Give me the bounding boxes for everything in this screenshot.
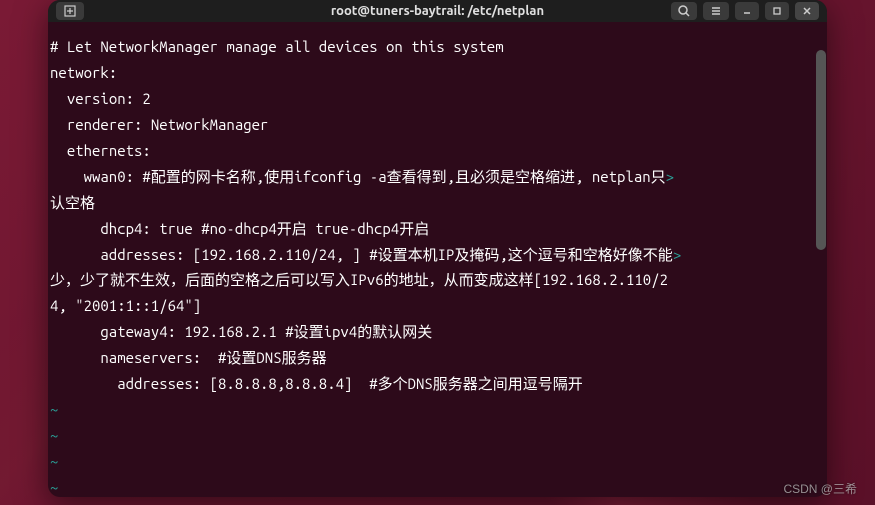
new-tab-button[interactable]	[56, 2, 84, 20]
minimize-button[interactable]	[735, 2, 759, 20]
editor-line: addresses: [192.168.2.110/24, ] #设置本机IP及…	[50, 242, 825, 268]
terminal-content[interactable]: # Let NetworkManager manage all devices …	[48, 22, 827, 497]
editor-line: 少，少了就不生效，后面的空格之后可以写入IPv6的地址，从而变成这样[192.1…	[50, 267, 825, 293]
maximize-button[interactable]	[765, 2, 789, 20]
search-icon	[677, 4, 691, 18]
editor-line: network:	[50, 60, 825, 86]
wrap-indicator: >	[673, 246, 681, 263]
empty-line-tilde: ~	[50, 423, 825, 449]
wrap-indicator: >	[666, 168, 674, 185]
close-button[interactable]	[795, 2, 819, 20]
editor-line: wwan0: #配置的网卡名称,使用ifconfig -a查看得到,且必须是空格…	[50, 164, 825, 190]
editor-line: dhcp4: true #no-dhcp4开启 true-dhcp4开启	[50, 216, 825, 242]
editor-line: addresses: [8.8.8.8,8.8.8.4] #多个DNS服务器之间…	[50, 371, 825, 397]
editor-line: renderer: NetworkManager	[50, 112, 825, 138]
watermark: CSDN @三希	[783, 480, 857, 497]
scrollbar[interactable]	[816, 50, 826, 250]
titlebar[interactable]: root@tuners-baytrail: /etc/netplan	[48, 0, 827, 22]
editor-line: 4, "2001:1::1/64"]	[50, 293, 825, 319]
empty-line-tilde: ~	[50, 449, 825, 475]
editor-line: gateway4: 192.168.2.1 #设置ipv4的默认网关	[50, 319, 825, 345]
new-tab-icon	[63, 4, 77, 18]
search-button[interactable]	[671, 2, 697, 20]
close-icon	[801, 5, 813, 17]
window-title: root@tuners-baytrail: /etc/netplan	[331, 4, 544, 18]
menu-button[interactable]	[703, 2, 729, 20]
terminal-window: root@tuners-baytrail: /etc/netplan	[48, 0, 827, 497]
empty-line-tilde: ~	[50, 475, 825, 497]
editor-line: # Let NetworkManager manage all devices …	[50, 34, 825, 60]
titlebar-right	[671, 2, 819, 20]
editor-line: 认空格	[50, 190, 825, 216]
editor-line: ethernets:	[50, 138, 825, 164]
hamburger-icon	[709, 4, 723, 18]
minimize-icon	[741, 5, 753, 17]
editor-line: version: 2	[50, 86, 825, 112]
empty-line-tilde: ~	[50, 397, 825, 423]
maximize-icon	[771, 5, 783, 17]
editor-line: nameservers: #设置DNS服务器	[50, 345, 825, 371]
titlebar-left	[56, 2, 84, 20]
